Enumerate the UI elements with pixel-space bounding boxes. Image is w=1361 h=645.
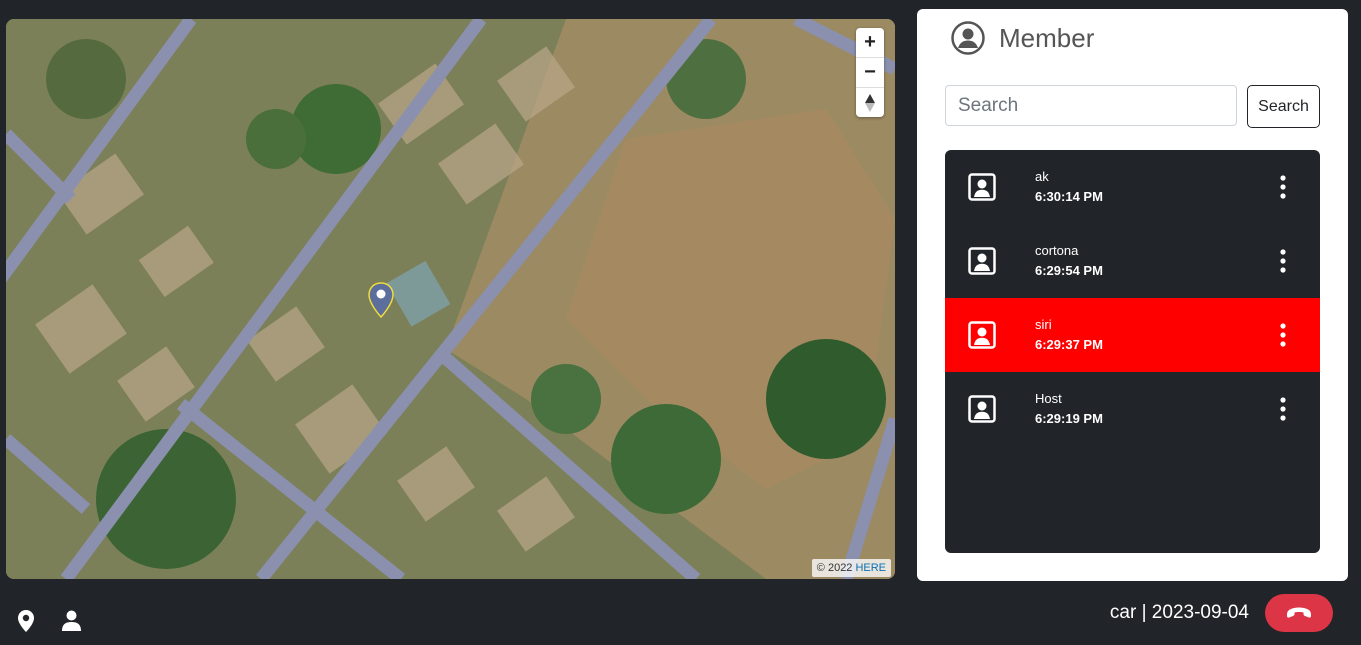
member-item-1[interactable]: cortona 6:29:54 PM <box>945 224 1320 298</box>
contact-avatar-icon <box>968 321 996 349</box>
location-pin-icon[interactable] <box>17 609 35 633</box>
member-time: 6:30:14 PM <box>1035 189 1103 204</box>
reset-north-button[interactable] <box>856 88 884 117</box>
panel-title: Member <box>999 22 1095 53</box>
member-info: cortona 6:29:54 PM <box>1035 243 1103 279</box>
hangup-button[interactable] <box>1265 594 1333 632</box>
member-list: ak 6:30:14 PM cortona 6:29:54 PM siri 6:29:37… <box>945 150 1320 553</box>
member-panel: Member Search ak 6:30:14 PM cortona 6:29:54… <box>917 9 1348 581</box>
member-time: 6:29:54 PM <box>1035 263 1103 278</box>
contact-avatar-icon <box>968 247 996 275</box>
search-input[interactable] <box>945 85 1237 126</box>
phone-hangup-icon <box>1287 607 1311 618</box>
member-info: ak 6:30:14 PM <box>1035 169 1103 205</box>
satellite-imagery <box>6 19 895 579</box>
satellite-map[interactable]: + − © 2022 HERE <box>6 19 895 579</box>
member-name: Host <box>1035 391 1062 406</box>
zoom-in-button[interactable]: + <box>856 28 884 58</box>
member-time: 6:29:37 PM <box>1035 337 1103 352</box>
member-item-2[interactable]: siri 6:29:37 PM <box>945 298 1320 372</box>
zoom-out-button[interactable]: − <box>856 58 884 88</box>
member-name: cortona <box>1035 243 1079 258</box>
attribution-link[interactable]: HERE <box>855 562 886 574</box>
contact-avatar-icon <box>968 173 996 201</box>
member-item-3[interactable]: Host 6:29:19 PM <box>945 372 1320 446</box>
member-info: Host 6:29:19 PM <box>1035 391 1103 427</box>
zoom-control: + − <box>856 28 884 117</box>
contact-avatar-icon <box>968 395 996 423</box>
search-button[interactable]: Search <box>1247 85 1320 128</box>
map-attribution: © 2022 HERE <box>811 559 891 577</box>
panel-header: Member <box>951 21 1094 55</box>
more-options-icon[interactable] <box>1277 174 1289 200</box>
member-info: siri 6:29:37 PM <box>1035 317 1103 353</box>
more-options-icon[interactable] <box>1277 396 1289 422</box>
compass-icon <box>865 93 875 112</box>
user-circle-icon <box>951 21 985 55</box>
more-options-icon[interactable] <box>1277 322 1289 348</box>
member-item-0[interactable]: ak 6:30:14 PM <box>945 150 1320 224</box>
session-caption: car | 2023-09-04 <box>1109 602 1249 623</box>
person-icon[interactable] <box>61 610 82 631</box>
member-name: siri <box>1035 317 1052 332</box>
member-name: ak <box>1035 169 1049 184</box>
more-options-icon[interactable] <box>1277 248 1289 274</box>
member-time: 6:29:19 PM <box>1035 411 1103 426</box>
attribution-year: © 2022 <box>816 562 853 574</box>
location-marker-icon[interactable] <box>368 282 394 318</box>
